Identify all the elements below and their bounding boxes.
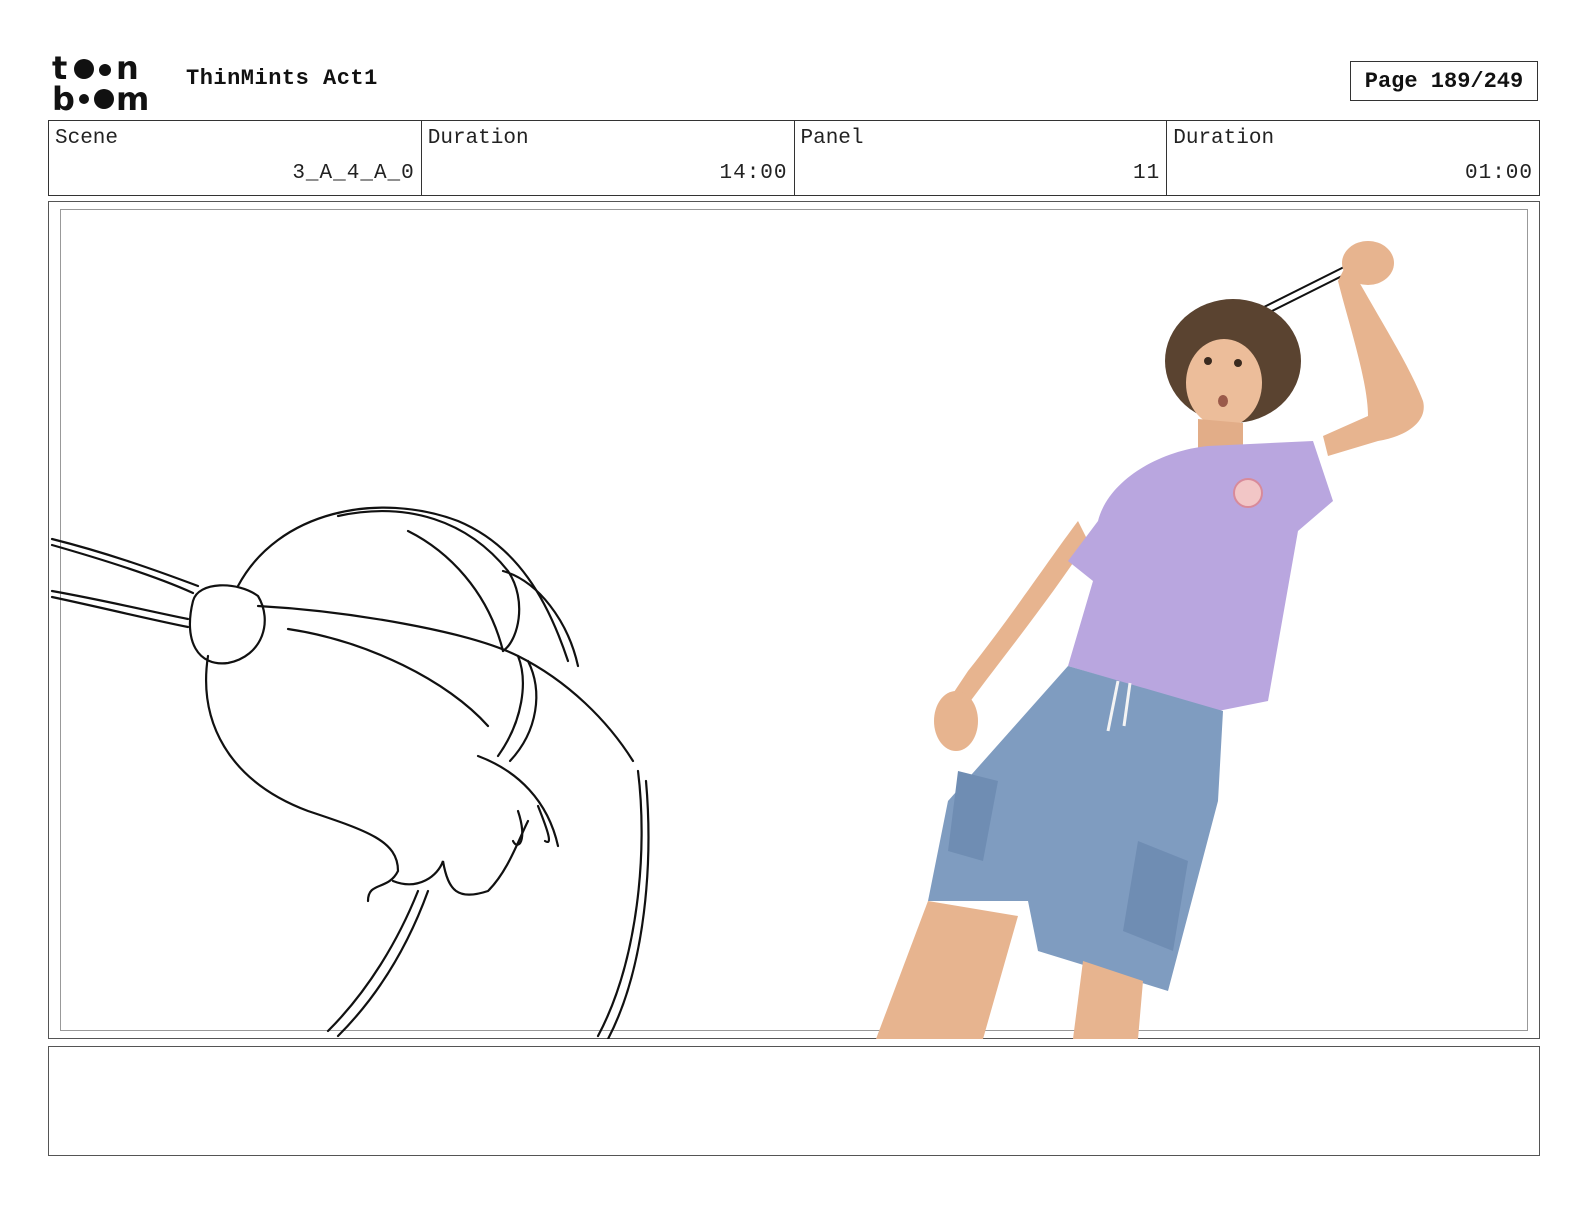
panel-notes-box[interactable] bbox=[48, 1046, 1540, 1156]
panel-cell: Panel 11 bbox=[795, 121, 1168, 195]
panel-duration-label: Duration bbox=[1173, 127, 1275, 150]
panel-duration-cell: Duration 01:00 bbox=[1167, 121, 1539, 195]
svg-text:m: m bbox=[116, 80, 149, 112]
character-figure bbox=[876, 241, 1424, 1039]
scene-duration-cell: Duration 14:00 bbox=[422, 121, 795, 195]
head-sketch bbox=[50, 506, 650, 1039]
svg-text:b: b bbox=[52, 80, 75, 112]
scene-duration-label: Duration bbox=[427, 127, 529, 150]
scene-value: 3_A_4_A_0 bbox=[292, 162, 415, 185]
scene-label: Scene bbox=[55, 127, 119, 150]
panel-label: Panel bbox=[800, 127, 864, 150]
project-title: ThinMints Act1 bbox=[186, 66, 378, 91]
panel-info-table: Scene 3_A_4_A_0 Duration 14:00 Panel 11 … bbox=[48, 120, 1540, 196]
panel-duration-value: 01:00 bbox=[1464, 162, 1533, 185]
scene-duration-value: 14:00 bbox=[719, 162, 788, 185]
panel-artwork bbox=[50, 241, 1424, 1039]
page-indicator: Page 189/249 bbox=[1350, 61, 1538, 101]
toon-boom-logo: t n b m bbox=[52, 52, 149, 112]
panel-value: 11 bbox=[1133, 162, 1161, 185]
scene-cell: Scene 3_A_4_A_0 bbox=[49, 121, 422, 195]
